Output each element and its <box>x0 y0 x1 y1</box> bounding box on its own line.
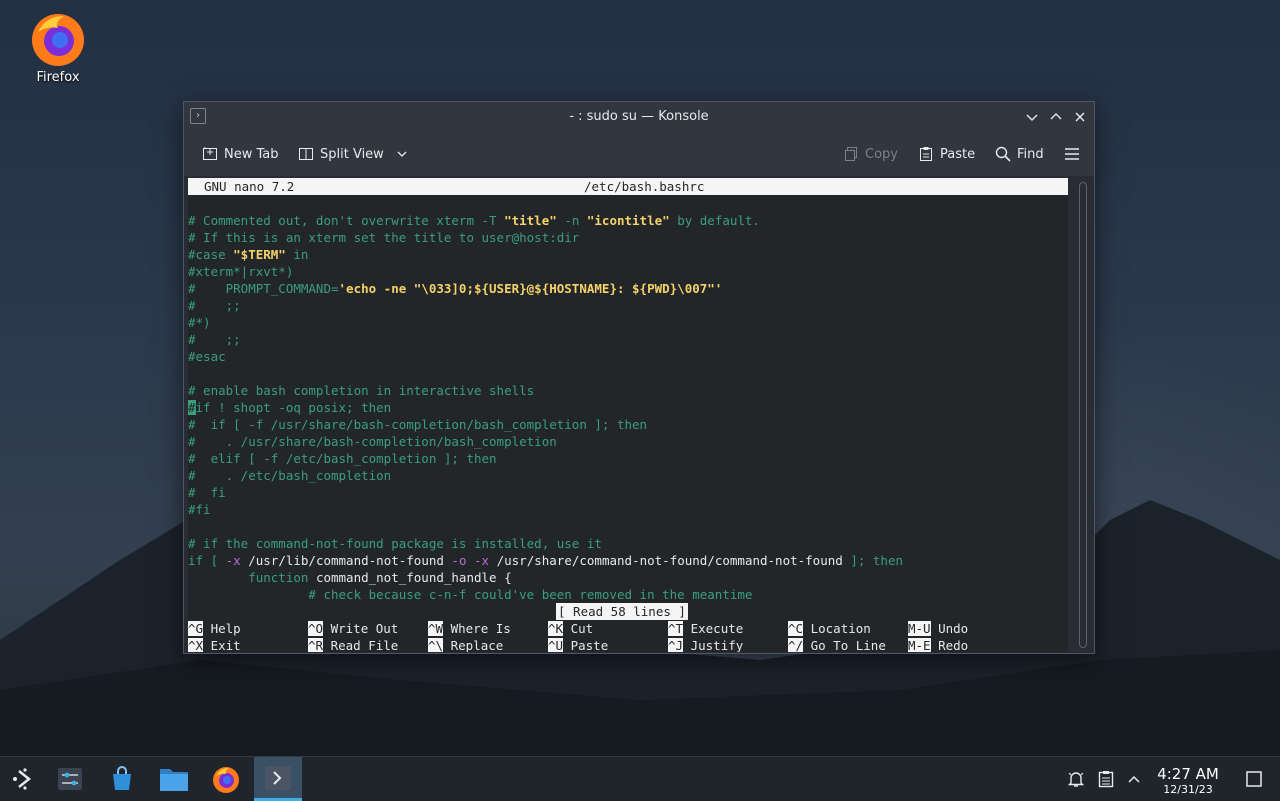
copy-button[interactable]: Copy <box>843 144 898 164</box>
chevron-up-icon <box>1128 775 1140 783</box>
shortcut-write-out: ^O Write Out <box>308 621 399 636</box>
taskbar-discover[interactable] <box>98 757 146 801</box>
code-line: # PROMPT_COMMAND='echo -ne "\033]0;${USE… <box>188 281 723 296</box>
split-view-button[interactable]: Split View <box>298 144 408 164</box>
show-desktop-button[interactable] <box>1230 757 1278 801</box>
konsole-toolbar: New Tab Split View Copy Paste Find <box>184 132 1094 176</box>
code-line: function command_not_found_handle { <box>188 570 512 585</box>
window-title: - : sudo su — Konsole <box>569 109 709 124</box>
nano-version: GNU nano 7.2 <box>204 179 295 194</box>
code-line: # . /usr/share/bash-completion/bash_comp… <box>188 434 557 449</box>
paste-label: Paste <box>940 146 976 162</box>
chevron-down-icon <box>397 151 407 157</box>
text-cursor: # <box>188 400 196 415</box>
code-line: # elif [ -f /etc/bash_completion ]; then <box>188 451 497 466</box>
new-tab-icon <box>203 147 217 160</box>
split-view-icon <box>299 148 313 160</box>
desktop-firefox-shortcut[interactable]: Firefox <box>22 8 94 85</box>
nano-status-message: [ Read 58 lines ] <box>556 603 688 620</box>
clock-date: 12/31/23 <box>1163 783 1213 796</box>
shortcut-paste: ^U Paste <box>548 638 609 652</box>
code-line: # . /etc/bash_completion <box>188 468 392 483</box>
paste-icon <box>920 147 932 161</box>
paste-button[interactable]: Paste <box>918 144 975 164</box>
show-desktop-icon <box>1246 771 1262 787</box>
new-tab-button[interactable]: New Tab <box>202 144 279 164</box>
terminal-area[interactable]: GNU nano 7.2/etc/bash.bashrc # Commented… <box>188 178 1068 652</box>
desktop-icon-label: Firefox <box>36 70 80 85</box>
shortcut-redo: M-E Redo <box>908 638 969 652</box>
code-line: # ;; <box>188 298 241 313</box>
title-bar[interactable]: › - : sudo su — Konsole <box>184 102 1094 132</box>
minimize-button[interactable] <box>1022 107 1042 127</box>
new-tab-label: New Tab <box>224 146 279 162</box>
tray-expand-button[interactable] <box>1110 757 1158 801</box>
system-clock[interactable]: 4:27 AM 12/31/23 <box>1152 765 1224 796</box>
hamburger-menu-icon <box>1065 148 1079 160</box>
code-line: #fi <box>188 502 211 517</box>
find-label: Find <box>1017 146 1044 162</box>
taskbar-konsole[interactable] <box>254 757 302 801</box>
chevron-up-icon <box>1050 113 1062 120</box>
shortcut-read-file: ^R Read File <box>308 638 399 652</box>
shopping-bag-icon <box>113 766 131 790</box>
shortcut-justify: ^J Justify <box>668 638 744 652</box>
shortcut-where-is: ^W Where Is <box>428 621 511 636</box>
shortcut-help: ^G Help <box>188 621 241 636</box>
code-line: # check because c-n-f could've been remo… <box>188 587 753 602</box>
find-button[interactable]: Find <box>995 144 1044 164</box>
taskbar-system-settings[interactable] <box>46 757 94 801</box>
code-line: # ;; <box>188 332 241 347</box>
code-line: #*) <box>188 315 211 330</box>
close-icon <box>1075 112 1085 122</box>
close-button[interactable] <box>1070 107 1090 127</box>
code-line: # Commented out, don't overwrite xterm -… <box>188 213 760 228</box>
shortcut-undo: M-U Undo <box>908 621 969 636</box>
shortcut-location: ^C Location <box>788 621 871 636</box>
split-view-label: Split View <box>320 146 384 162</box>
terminal-icon <box>265 765 291 790</box>
copy-label: Copy <box>865 146 898 162</box>
hamburger-menu-button[interactable] <box>1064 144 1080 164</box>
firefox-icon <box>213 767 239 793</box>
shortcut-go-to-line: ^/ Go To Line <box>788 638 886 652</box>
code-line: #xterm*|rxvt*) <box>188 264 294 279</box>
nano-header: GNU nano 7.2/etc/bash.bashrc <box>188 178 1068 195</box>
chevron-down-icon <box>1026 114 1038 121</box>
copy-icon <box>845 147 857 161</box>
code-line: # If this is an xterm set the title to u… <box>188 230 580 245</box>
code-line: #case "$TERM" in <box>188 247 309 262</box>
terminal-scrollbar[interactable] <box>1079 182 1087 648</box>
taskbar-dolphin[interactable] <box>150 757 198 801</box>
shortcut-replace: ^\ Replace <box>428 638 504 652</box>
folder-icon <box>160 769 188 791</box>
shortcut-exit: ^X Exit <box>188 638 241 652</box>
application-launcher-button[interactable] <box>0 757 48 801</box>
taskbar-firefox[interactable] <box>202 757 250 801</box>
code-line: # enable bash completion in interactive … <box>188 383 535 398</box>
code-line: # if [ -f /usr/share/bash-completion/bas… <box>188 417 648 432</box>
code-line: # if the command-not-found package is in… <box>188 536 602 551</box>
code-line: # fi <box>188 485 226 500</box>
nano-filename: /etc/bash.bashrc <box>584 179 705 194</box>
search-icon <box>995 146 1011 162</box>
firefox-icon <box>32 14 84 66</box>
konsole-window: › - : sudo su — Konsole New Tab Split Vi… <box>183 101 1095 654</box>
code-line: #if ! shopt -oq posix; then <box>188 400 392 415</box>
taskbar: 4:27 AM 12/31/23 <box>0 756 1280 801</box>
settings-sliders-icon <box>58 768 82 790</box>
maximize-button[interactable] <box>1046 107 1066 127</box>
clock-time: 4:27 AM <box>1157 765 1219 783</box>
code-line: #esac <box>188 349 226 364</box>
steamdeck-launcher-icon <box>13 768 32 790</box>
shortcut-cut: ^K Cut <box>548 621 594 636</box>
code-line: if [ -x /usr/lib/command-not-found -o -x… <box>188 553 904 568</box>
shortcut-execute: ^T Execute <box>668 621 744 636</box>
